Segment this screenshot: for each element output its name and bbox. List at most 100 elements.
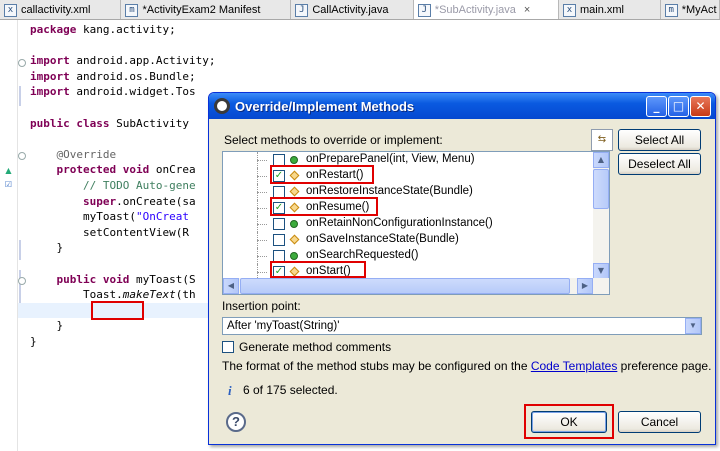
- tree-line: [257, 224, 267, 225]
- format-info-text: The format of the method stubs may be co…: [222, 359, 711, 373]
- method-checkbox[interactable]: [273, 234, 285, 246]
- code-line: import android.widget.Tos: [30, 85, 196, 99]
- insertion-point-value: After 'myToast(String)': [227, 320, 340, 332]
- public-method-icon: [290, 220, 298, 228]
- tab-callactivity-java[interactable]: J CallActivity.java: [291, 0, 414, 19]
- method-label: onSearchRequested(): [306, 249, 419, 261]
- fold-toggle-icon[interactable]: [18, 59, 26, 67]
- code-templates-link[interactable]: Code Templates: [531, 359, 618, 373]
- protected-method-icon: [289, 234, 300, 245]
- scroll-left-icon[interactable]: ◀: [223, 278, 239, 294]
- code-line: import android.os.Bundle;: [30, 69, 196, 83]
- chevron-down-icon[interactable]: ▼: [685, 318, 701, 334]
- help-icon[interactable]: ?: [226, 412, 246, 432]
- tree-line: [257, 208, 267, 209]
- code-line: package kang.activity;: [30, 23, 176, 36]
- generate-comments-checkbox[interactable]: [222, 341, 234, 353]
- override-marker-icon: ▲: [5, 166, 12, 175]
- scroll-thumb[interactable]: [240, 278, 570, 294]
- code-line: super.onCreate(sa: [82, 194, 196, 208]
- code-line: import android.app.Activity;: [30, 54, 216, 68]
- tree-horizontal-scrollbar[interactable]: ◀ ▶: [223, 278, 609, 294]
- manifest-file-icon: m: [125, 3, 139, 17]
- format-text: preference page.: [617, 359, 712, 373]
- insertion-point-label: Insertion point:: [222, 299, 301, 313]
- method-label: onRetainNonConfigurationInstance(): [306, 217, 493, 229]
- fold-toggle-icon[interactable]: [18, 277, 26, 285]
- task-marker-icon: ☑: [4, 180, 13, 189]
- method-row[interactable]: onSaveInstanceState(Bundle): [223, 232, 593, 248]
- dialog-titlebar[interactable]: Override/Implement Methods _ □ ✕: [209, 93, 715, 119]
- scroll-down-icon[interactable]: ▼: [593, 263, 609, 279]
- highlight-ok: [524, 404, 614, 439]
- highlight-onstart: [270, 261, 366, 278]
- scroll-up-icon[interactable]: ▲: [593, 152, 609, 168]
- code-line: setContentView(R: [82, 225, 189, 239]
- dialog-title: Override/Implement Methods: [235, 98, 415, 114]
- java-file-icon: J: [295, 3, 309, 17]
- method-label: onSaveInstanceState(Bundle): [306, 233, 459, 245]
- sort-methods-button[interactable]: ⇆: [591, 129, 613, 151]
- info-icon: i: [228, 383, 232, 398]
- tab-label: CallActivity.java: [312, 4, 389, 16]
- tree-line: [257, 240, 267, 241]
- code-line: }: [30, 334, 37, 348]
- deselect-all-button[interactable]: Deselect All: [618, 153, 701, 175]
- code-line: protected void onCrea: [56, 163, 196, 177]
- code-line: @Override: [56, 147, 117, 161]
- editor-tab-bar: x callactivity.xml m *ActivityExam2 Manife…: [0, 0, 720, 20]
- override-methods-dialog: Override/Implement Methods _ □ ✕ Select …: [208, 92, 716, 445]
- method-row[interactable]: onRetainNonConfigurationInstance(): [223, 216, 593, 232]
- highlight-onrestart: [270, 165, 374, 184]
- select-methods-label: Select methods to override or implement:: [224, 133, 443, 147]
- code-line: myToast("OnCreat: [82, 210, 189, 224]
- tab-callactivity-xml[interactable]: x callactivity.xml: [0, 0, 122, 19]
- tab-label: *ActivityExam2 Manifest: [142, 4, 261, 16]
- tree-line: [257, 192, 267, 193]
- select-all-button[interactable]: Select All: [618, 129, 701, 151]
- code-line: public void myToast(S: [56, 272, 196, 286]
- tab-myact[interactable]: m *MyAct: [661, 0, 720, 19]
- gear-icon: [214, 98, 230, 114]
- tab-label: callactivity.xml: [21, 4, 91, 16]
- tree-line: [257, 160, 267, 161]
- tree-line: [257, 176, 267, 177]
- methods-tree[interactable]: onPreparePanel(int, View, Menu) ✓ onRest…: [222, 151, 610, 295]
- code-line: public class SubActivity: [30, 116, 189, 130]
- cancel-button[interactable]: Cancel: [618, 411, 701, 433]
- generate-comments-label: Generate method comments: [239, 340, 392, 354]
- close-icon[interactable]: ×: [524, 4, 530, 16]
- editor-gutter: [0, 20, 18, 451]
- tab-subactivity-java[interactable]: J *SubActivity.java ×: [413, 0, 559, 19]
- scroll-thumb[interactable]: [593, 169, 609, 209]
- cursor-highlight-box: [91, 301, 144, 320]
- manifest-file-icon: m: [664, 3, 678, 17]
- scroll-right-icon[interactable]: ▶: [577, 278, 593, 294]
- java-file-icon: J: [417, 3, 431, 17]
- protected-method-icon: [289, 186, 300, 197]
- xml-file-icon: x: [4, 3, 17, 17]
- highlight-onresume: [270, 197, 378, 216]
- code-line: // TODO Auto-gene: [82, 178, 196, 192]
- tree-line: [257, 272, 267, 273]
- method-checkbox[interactable]: [273, 218, 285, 230]
- selected-count: 6 of 175 selected.: [243, 383, 338, 397]
- close-button[interactable]: ✕: [690, 96, 711, 117]
- tree-line: [257, 256, 267, 257]
- maximize-button[interactable]: □: [668, 96, 689, 117]
- public-method-icon: [290, 156, 298, 164]
- tab-main-xml[interactable]: x main.xml: [559, 0, 661, 19]
- minimize-button[interactable]: _: [646, 96, 667, 117]
- tree-vertical-scrollbar[interactable]: ▲ ▼: [593, 152, 609, 279]
- insertion-point-select[interactable]: After 'myToast(String)' ▼: [222, 317, 702, 335]
- code-line: }: [56, 319, 64, 333]
- tab-label: *MyAct: [681, 4, 717, 16]
- method-label: onPreparePanel(int, View, Menu): [306, 153, 475, 165]
- tab-label: *SubActivity.java: [434, 4, 516, 16]
- tab-label: main.xml: [579, 4, 624, 16]
- ruler-marker: [19, 86, 21, 106]
- ruler-marker: [19, 240, 21, 260]
- tab-manifest[interactable]: m *ActivityExam2 Manifest: [121, 0, 292, 19]
- code-line: Toast.makeText(th: [82, 288, 196, 302]
- fold-toggle-icon[interactable]: [18, 152, 26, 160]
